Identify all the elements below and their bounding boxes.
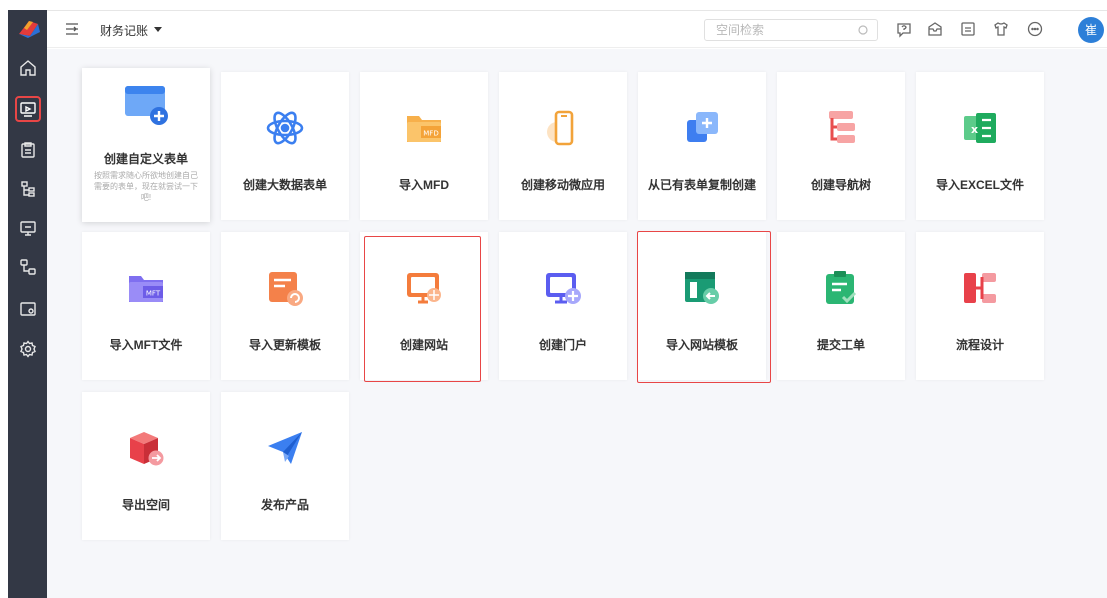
chevron-down-icon[interactable] [154, 27, 162, 32]
card-label: 提交工单 [816, 338, 865, 352]
card-import-mfd[interactable]: MFD 导入MFD [360, 72, 488, 220]
clipboard-icon[interactable] [17, 139, 39, 161]
atom-icon [266, 111, 304, 145]
card-label: 创建门户 [538, 338, 587, 352]
export-space-icon [130, 432, 164, 466]
tree-icon [829, 111, 855, 143]
card-create-nav-tree[interactable]: 创建导航树 [777, 72, 905, 220]
highlight-import-website-template [637, 231, 771, 383]
inbox-icon[interactable] [926, 20, 944, 38]
help-icon[interactable] [895, 20, 913, 38]
card-label: 导入EXCEL文件 [935, 178, 1024, 192]
home-icon[interactable] [17, 57, 39, 79]
svg-text:MFT: MFT [146, 290, 161, 298]
card-create-portal[interactable]: 创建门户 [499, 232, 627, 380]
space-search [704, 19, 878, 41]
card-label: 导出空间 [121, 498, 170, 512]
search-input[interactable] [705, 20, 845, 40]
flow-icon[interactable] [17, 256, 39, 278]
notes-icon[interactable] [959, 20, 977, 38]
card-label: 导入MFD [399, 178, 449, 192]
card-import-mft[interactable]: MFT 导入MFT文件 [82, 232, 210, 380]
card-submit-ticket[interactable]: 提交工单 [777, 232, 905, 380]
copy-add-icon [687, 112, 718, 142]
card-publish-product[interactable]: 发布产品 [221, 392, 349, 540]
svg-text:x: x [971, 123, 978, 136]
app-logo-icon[interactable] [16, 18, 42, 40]
mobile-icon [547, 110, 574, 146]
card-label: 导入更新模板 [248, 338, 321, 352]
publish-icon [268, 432, 302, 464]
start-icon[interactable] [15, 96, 41, 122]
more-icon[interactable] [1026, 20, 1044, 38]
form-add-icon [125, 86, 168, 125]
card-create-bigdata-form[interactable]: 创建大数据表单 [221, 72, 349, 220]
card-import-excel[interactable]: x 导入EXCEL文件 [916, 72, 1044, 220]
card-label: 导入MFT文件 [109, 338, 183, 352]
card-label: 从已有表单复制创建 [647, 178, 756, 192]
top-bar: 财务记账 崔 [47, 10, 1107, 48]
app-window: 开始 财务记账 崔 创建自定义表单 按照需求随心所欲地创建自己需要的表单，现在就… [0, 0, 1107, 598]
svg-text:MFD: MFD [423, 130, 438, 138]
card-export-space[interactable]: 导出空间 [82, 392, 210, 540]
shirt-icon[interactable] [992, 20, 1010, 38]
menu-toggle-icon[interactable] [63, 20, 81, 38]
card-label: 创建导航树 [810, 178, 871, 192]
user-avatar[interactable]: 崔 [1078, 17, 1104, 43]
card-description: 按照需求随心所欲地创建自己需要的表单，现在就尝试一下吧! [94, 171, 198, 202]
card-create-custom-form[interactable]: 创建自定义表单 按照需求随心所欲地创建自己需要的表单，现在就尝试一下吧! [82, 68, 210, 222]
card-label: 创建大数据表单 [242, 178, 327, 192]
portal-icon [546, 273, 581, 304]
monitor-icon[interactable] [17, 217, 39, 239]
excel-icon: x [964, 113, 996, 143]
app-title[interactable]: 财务记账 [100, 22, 148, 39]
settings-icon[interactable] [17, 338, 39, 360]
card-label: 流程设计 [955, 338, 1004, 352]
card-label: 创建移动微应用 [520, 178, 605, 192]
process-icon [964, 273, 996, 303]
card-label: 创建自定义表单 [103, 152, 188, 166]
folder-mft-icon: MFT [129, 276, 163, 302]
card-copy-from-form[interactable]: 从已有表单复制创建 [638, 72, 766, 220]
highlight-create-website [364, 236, 481, 382]
folder-mfd-icon: MFD [407, 116, 441, 142]
card-label: 发布产品 [260, 498, 309, 512]
ticket-icon [826, 271, 857, 304]
search-icon[interactable] [857, 24, 869, 36]
org-icon[interactable] [17, 178, 39, 200]
card-import-update-template[interactable]: 导入更新模板 [221, 232, 349, 380]
update-template-icon [269, 272, 303, 306]
card-create-mobile-app[interactable]: 创建移动微应用 [499, 72, 627, 220]
window-icon[interactable] [17, 298, 39, 320]
card-process-design[interactable]: 流程设计 [916, 232, 1044, 380]
